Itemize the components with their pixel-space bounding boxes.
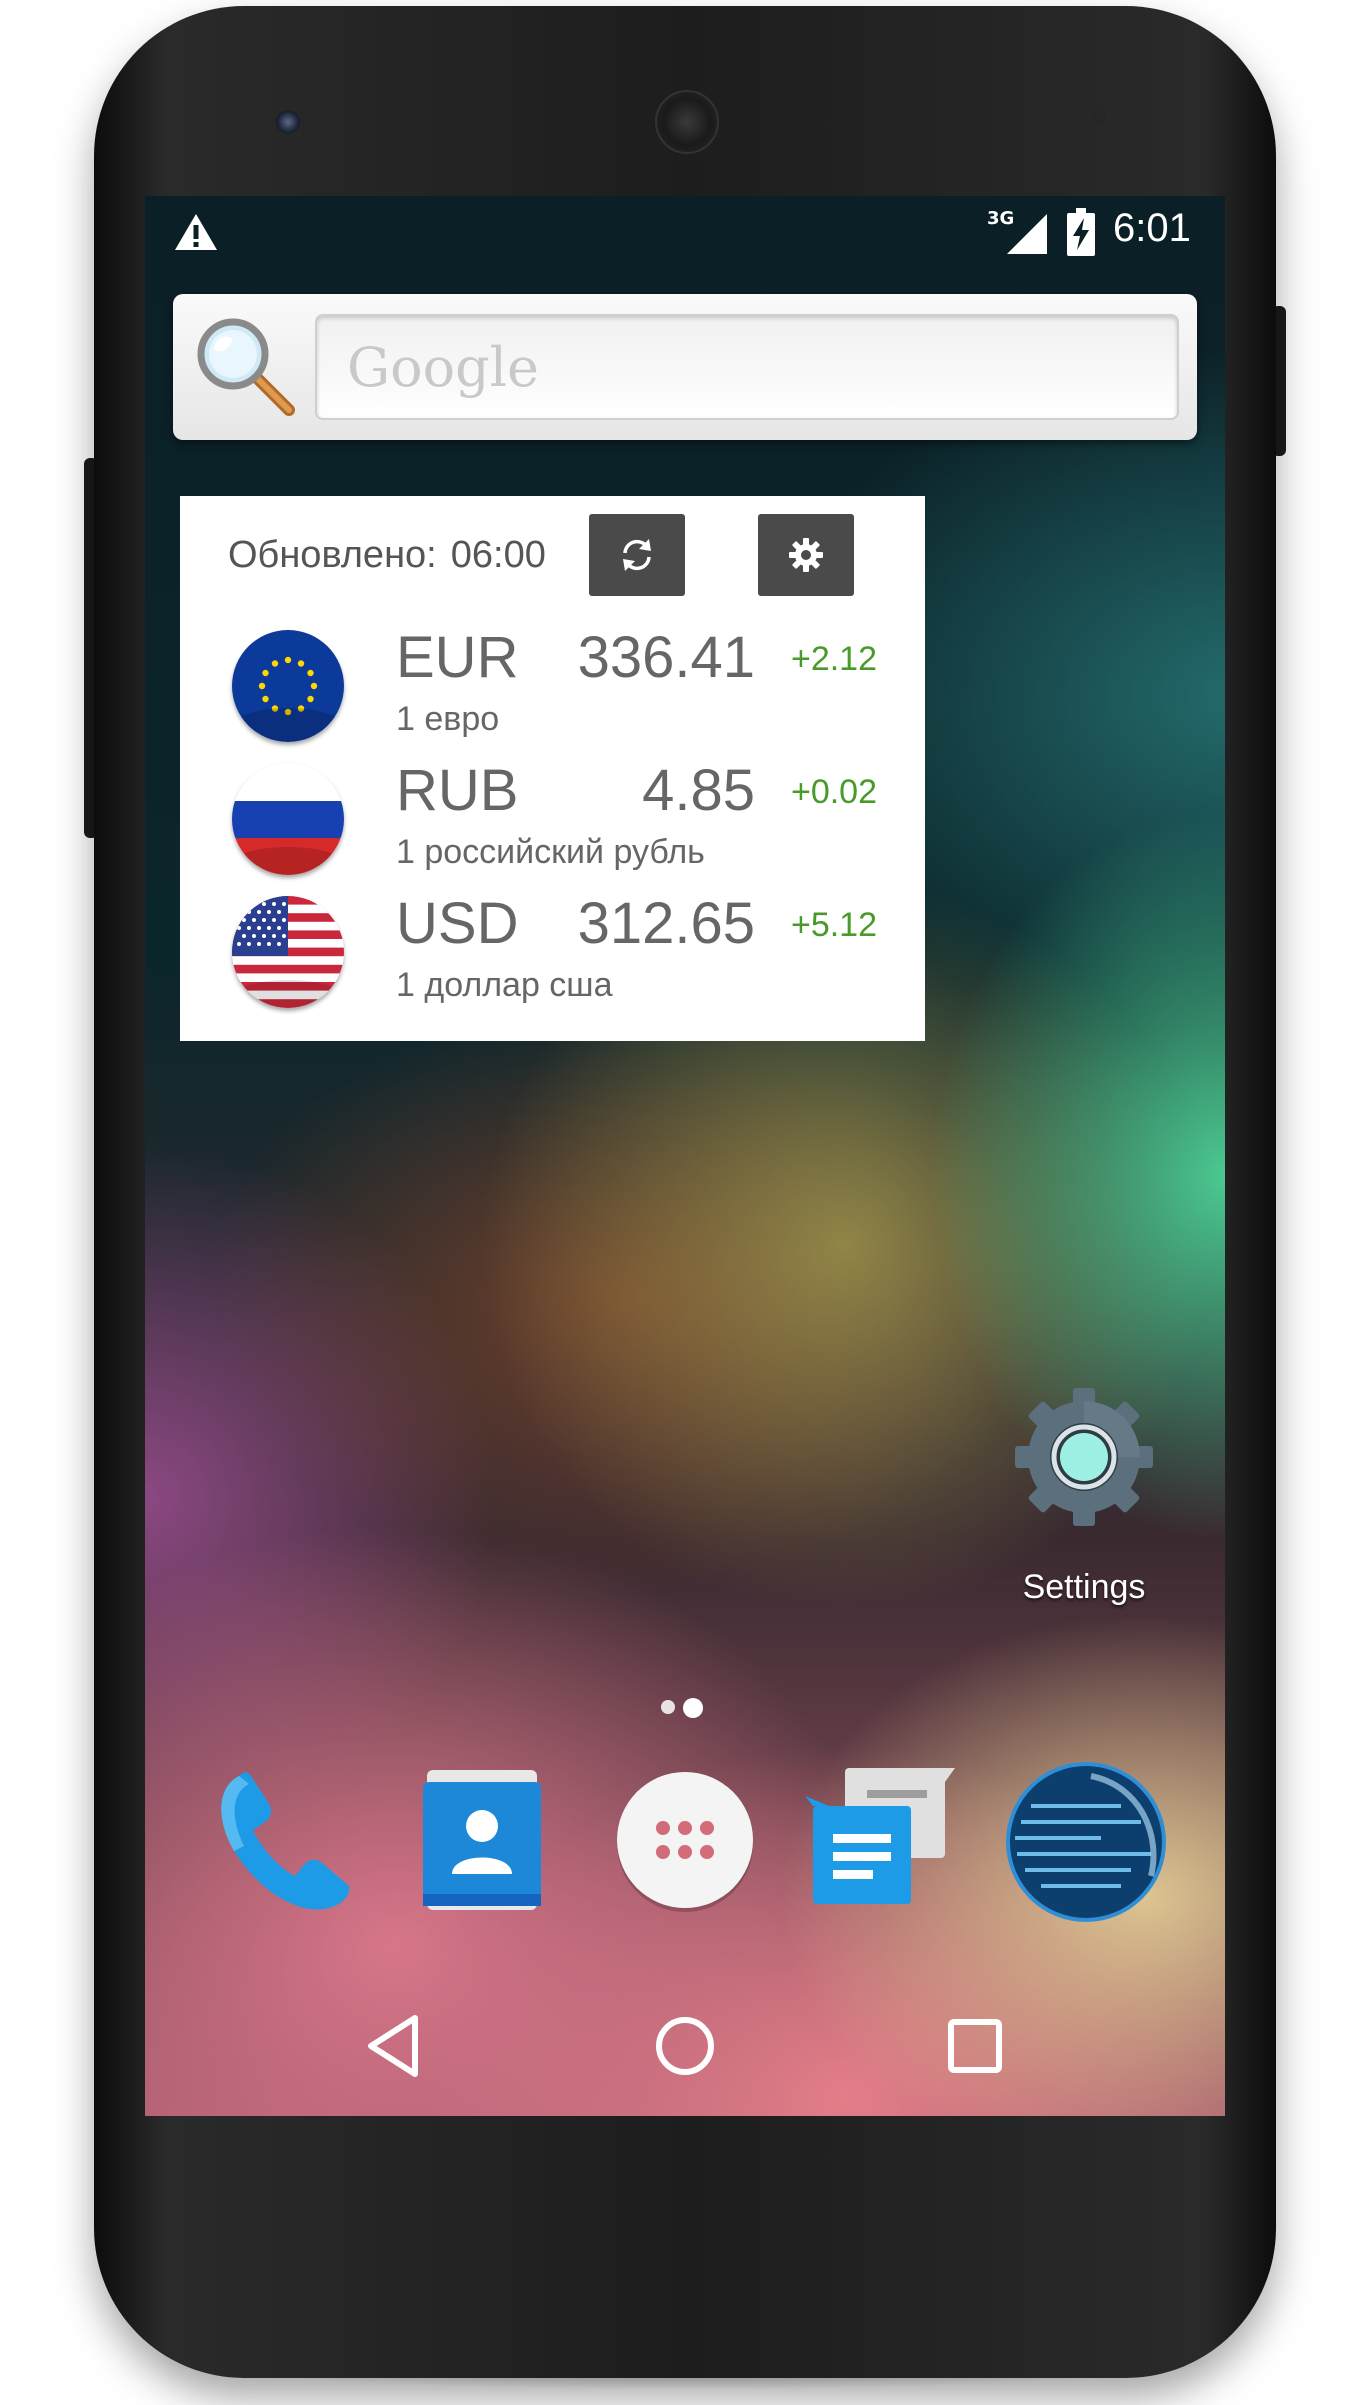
currency-row-usd[interactable]: USD 312.65 +5.12 1 доллар сша [180, 890, 925, 1022]
currency-rate: 4.85 [642, 758, 755, 823]
currency-description: 1 российский рубль [396, 833, 705, 871]
navigation-bar [145, 1976, 1225, 2116]
browser-globe-icon [1006, 1762, 1166, 1922]
currency-rate: 312.65 [577, 891, 755, 956]
page-dot-active [683, 1698, 703, 1718]
device-frame: 3G 6:01 Google Обновлено: 06:00 EUR 336.… [0, 0, 1370, 2405]
updated-time: 06:00 [450, 534, 546, 576]
light-sensor [1092, 110, 1106, 124]
recents-icon[interactable] [935, 2006, 1015, 2086]
dock-phone[interactable] [199, 1756, 369, 1926]
currency-description: 1 доллар сша [396, 966, 613, 1004]
currency-change: +5.12 [790, 906, 877, 944]
battery-charging-icon [1067, 208, 1095, 256]
home-screen: 3G 6:01 Google Обновлено: 06:00 EUR 336.… [145, 196, 1225, 2116]
russia-flag-icon [232, 763, 344, 875]
phone-icon [221, 1772, 350, 1910]
usa-flag-icon [232, 896, 344, 1008]
refresh-button[interactable] [589, 514, 685, 596]
earpiece-speaker [655, 90, 719, 154]
home-icon[interactable] [645, 2006, 725, 2086]
currency-rate: 336.41 [577, 625, 755, 690]
currency-description: 1 евро [396, 700, 500, 738]
signal-icon [1007, 214, 1047, 254]
updated-status: Обновлено: 06:00 [228, 534, 546, 577]
magnifier-icon[interactable] [193, 314, 297, 418]
page-dot [661, 1700, 675, 1714]
dock-app-drawer[interactable] [600, 1756, 770, 1926]
currency-change: +0.02 [790, 773, 877, 811]
page-indicator [653, 1696, 723, 1720]
settings-shortcut[interactable]: Settings [979, 1386, 1189, 1626]
back-icon[interactable] [355, 2006, 435, 2086]
app-drawer-icon [617, 1772, 753, 1912]
contacts-icon [423, 1770, 541, 1910]
status-clock: 6:01 [1113, 206, 1191, 250]
proximity-sensor [1054, 110, 1068, 124]
front-camera [276, 110, 300, 134]
refresh-icon [623, 539, 651, 571]
warning-icon [175, 214, 217, 250]
dock-contacts[interactable] [397, 1756, 567, 1926]
settings-gear-icon [1015, 1388, 1153, 1526]
currency-code: EUR [396, 625, 519, 690]
currency-code: RUB [396, 758, 519, 823]
updated-label: Обновлено: [228, 534, 437, 576]
dock-browser[interactable] [1001, 1756, 1171, 1926]
google-search-widget[interactable]: Google [173, 294, 1197, 440]
currency-change: +2.12 [790, 640, 877, 678]
messaging-icon [805, 1768, 955, 1904]
settings-label: Settings [1022, 1568, 1146, 1606]
currency-rates-widget: Обновлено: 06:00 EUR 336.41 +2.12 1 евро… [180, 496, 925, 1041]
widget-settings-button[interactable] [758, 514, 854, 596]
search-input[interactable]: Google [315, 314, 1179, 420]
currency-row-eur[interactable]: EUR 336.41 +2.12 1 евро [180, 624, 925, 756]
currency-row-rub[interactable]: RUB 4.85 +0.02 1 российский рубль [180, 757, 925, 889]
status-bar: 3G 6:01 [145, 196, 1225, 268]
gear-icon [789, 538, 823, 572]
eu-flag-icon [232, 630, 344, 742]
search-placeholder: Google [347, 336, 539, 399]
dock-messaging[interactable] [795, 1756, 965, 1926]
currency-code: USD [396, 891, 519, 956]
